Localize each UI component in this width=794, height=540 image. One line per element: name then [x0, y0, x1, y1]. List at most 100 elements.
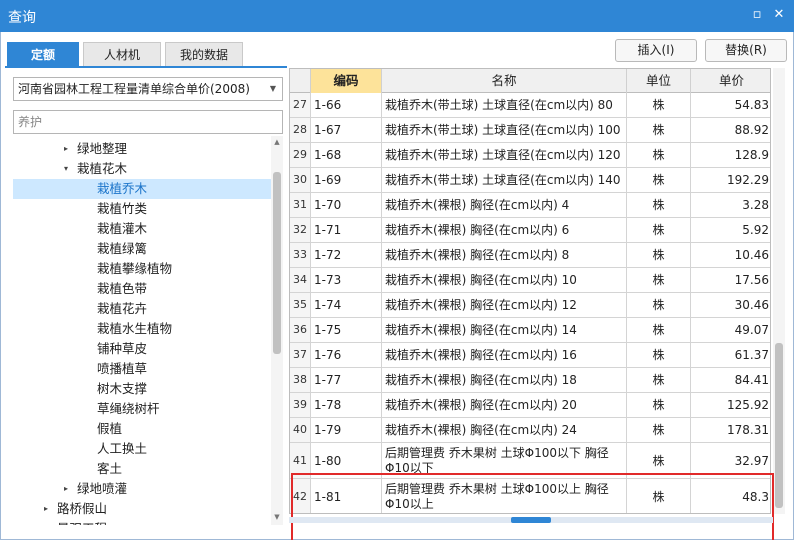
cell-unit: 株 [627, 143, 691, 167]
tree-item[interactable]: 栽植竹类 [13, 199, 271, 219]
table-row[interactable]: 30 1-69 栽植乔木(带土球) 土球直径(在cm以内) 140 株 192.29 [290, 168, 770, 193]
tree-scroll-thumb[interactable] [273, 172, 281, 354]
tree-item[interactable]: 栽植水生植物 [13, 319, 271, 339]
cell-price: 3.28 [742, 198, 769, 212]
tree-item[interactable]: 客土 [13, 459, 271, 479]
tree-item[interactable]: 人工换土 [13, 439, 271, 459]
expand-icon[interactable]: ▸ [41, 499, 51, 519]
table-scroll-thumb[interactable] [775, 343, 783, 508]
quota-library-value: 河南省园林工程工程量清单综合单价(2008) [18, 82, 250, 96]
row-index: 31 [290, 193, 311, 217]
table-row[interactable]: 33 1-72 栽植乔木(裸根) 胸径(在cm以内) 8 株 10.46 [290, 243, 770, 268]
cell-code: 1-71 [311, 218, 382, 242]
scroll-up-icon[interactable]: ▲ [271, 138, 283, 146]
tree-item[interactable]: 草绳绕树杆 [13, 399, 271, 419]
replace-button[interactable]: 替换(R) [705, 39, 787, 62]
row-index: 42 [290, 479, 311, 513]
cell-name: 栽植乔木(裸根) 胸径(在cm以内) 14 [382, 318, 627, 342]
close-icon[interactable]: ✕ [770, 6, 788, 24]
cell-code: 1-79 [311, 418, 382, 442]
table-row[interactable]: 34 1-73 栽植乔木(裸根) 胸径(在cm以内) 10 株 17.56 [290, 268, 770, 293]
row-index: 38 [290, 368, 311, 392]
cell-code: 1-77 [311, 368, 382, 392]
table-row[interactable]: 38 1-77 栽植乔木(裸根) 胸径(在cm以内) 18 株 84.41 [290, 368, 770, 393]
table-row[interactable]: 37 1-76 栽植乔木(裸根) 胸径(在cm以内) 16 株 61.37 [290, 343, 770, 368]
restore-icon[interactable]: ▫ [748, 6, 766, 24]
table-row[interactable]: 39 1-78 栽植乔木(裸根) 胸径(在cm以内) 20 株 125.92 [290, 393, 770, 418]
table-row[interactable]: 27 1-66 栽植乔木(带土球) 土球直径(在cm以内) 80 株 54.83 [290, 93, 770, 118]
table-row[interactable]: 31 1-70 栽植乔木(裸根) 胸径(在cm以内) 4 株 3.28 [290, 193, 770, 218]
tree-item[interactable]: 假植 [13, 419, 271, 439]
search-input[interactable]: 养护 [13, 110, 283, 134]
header-code[interactable]: 编码 [311, 69, 382, 93]
table-scrollbar[interactable] [773, 68, 785, 514]
expand-icon[interactable]: ▸ [61, 139, 71, 159]
insert-button[interactable]: 插入(I) [615, 39, 697, 62]
tree-item[interactable]: ▸ 景观工程 [13, 519, 271, 525]
tree-scrollbar[interactable]: ▲ ▼ [271, 136, 283, 525]
tree-item[interactable]: 栽植攀缘植物 [13, 259, 271, 279]
cell-unit: 株 [627, 318, 691, 342]
table-row[interactable]: 29 1-68 栽植乔木(带土球) 土球直径(在cm以内) 120 株 128.9 [290, 143, 770, 168]
quota-library-select[interactable]: 河南省园林工程工程量清单综合单价(2008) ▼ [13, 77, 283, 101]
header-name[interactable]: 名称 [382, 69, 627, 93]
cell-unit: 株 [627, 118, 691, 142]
cell-price: 5.92 [742, 223, 769, 237]
tree-item[interactable]: 栽植花卉 [13, 299, 271, 319]
cell-price: 61.37 [734, 348, 769, 362]
tree-item[interactable]: 栽植绿篱 [13, 239, 271, 259]
tree-item[interactable]: 栽植色带 [13, 279, 271, 299]
row-index: 29 [290, 143, 311, 167]
cell-code: 1-74 [311, 293, 382, 317]
tree-item-label: 路桥假山 [57, 501, 108, 516]
tree-item[interactable]: ▸ 路桥假山 [13, 499, 271, 519]
tree-item-label: 栽植灌木 [97, 221, 148, 236]
chevron-down-icon: ▼ [269, 84, 276, 93]
header-unit[interactable]: 单位 [627, 69, 691, 93]
tree-item[interactable]: ▾ 栽植花木 [13, 159, 271, 179]
tree-item[interactable]: ▸ 绿地喷灌 [13, 479, 271, 499]
tree-item[interactable]: 喷播植草 [13, 359, 271, 379]
header-price[interactable]: 单价 [691, 69, 770, 93]
tree-item-label: 喷播植草 [97, 361, 148, 376]
splitter-bar[interactable] [289, 517, 773, 523]
row-index: 35 [290, 293, 311, 317]
row-index: 41 [290, 443, 311, 478]
expand-icon[interactable]: ▸ [41, 519, 51, 525]
cell-unit: 株 [627, 343, 691, 367]
cell-unit: 株 [627, 93, 691, 117]
cell-price: 10.46 [734, 248, 769, 262]
cell-unit: 株 [627, 393, 691, 417]
tree-item[interactable]: ▸ 绿地整理 [13, 139, 271, 159]
cell-name: 栽植乔木(带土球) 土球直径(在cm以内) 120 [382, 143, 627, 167]
expand-icon[interactable]: ▸ [61, 479, 71, 499]
row-index: 36 [290, 318, 311, 342]
tree-item[interactable]: 铺种草皮 [13, 339, 271, 359]
table-row[interactable]: 36 1-75 栽植乔木(裸根) 胸径(在cm以内) 14 株 49.07 [290, 318, 770, 343]
cell-name: 栽植乔木(裸根) 胸径(在cm以内) 20 [382, 393, 627, 417]
table-row[interactable]: 32 1-71 栽植乔木(裸根) 胸径(在cm以内) 6 株 5.92 [290, 218, 770, 243]
tree-item[interactable]: 栽植乔木 [13, 179, 271, 199]
table-row[interactable]: 41 1-80 后期管理费 乔木果树 土球Φ100以下 胸径Φ10以下株 32.97 [290, 443, 770, 479]
table-row[interactable]: 42 1-81 后期管理费 乔木果树 土球Φ100以上 胸径Φ10以上株 48.3 [290, 479, 770, 513]
cell-price: 128.9 [734, 148, 769, 162]
scroll-down-icon[interactable]: ▼ [271, 513, 283, 521]
table-row[interactable]: 28 1-67 栽植乔木(带土球) 土球直径(在cm以内) 100 株 88.92 [290, 118, 770, 143]
collapse-icon[interactable]: ▾ [61, 159, 71, 179]
table-row[interactable]: 40 1-79 栽植乔木(裸根) 胸径(在cm以内) 24 株 178.31 [290, 418, 770, 443]
cell-unit: 株 [627, 168, 691, 192]
tree-item[interactable]: 树木支撑 [13, 379, 271, 399]
tab-labor-material-machine[interactable]: 人材机 [83, 42, 161, 67]
table-header: 编码 名称 单位 单价 [290, 69, 770, 93]
cell-code: 1-72 [311, 243, 382, 267]
tree-item[interactable]: 栽植灌木 [13, 219, 271, 239]
splitter-grip[interactable] [511, 517, 551, 523]
cell-name: 后期管理费 乔木果树 土球Φ100以下 胸径Φ10以下 [382, 443, 627, 478]
cell-name: 栽植乔木(带土球) 土球直径(在cm以内) 140 [382, 168, 627, 192]
tab-quota[interactable]: 定额 [7, 42, 79, 67]
cell-code: 1-66 [311, 93, 382, 117]
table-row[interactable]: 35 1-74 栽植乔木(裸根) 胸径(在cm以内) 12 株 30.46 [290, 293, 770, 318]
tab-my-data[interactable]: 我的数据 [165, 42, 243, 67]
cell-code: 1-81 [311, 479, 382, 513]
cell-code: 1-73 [311, 268, 382, 292]
